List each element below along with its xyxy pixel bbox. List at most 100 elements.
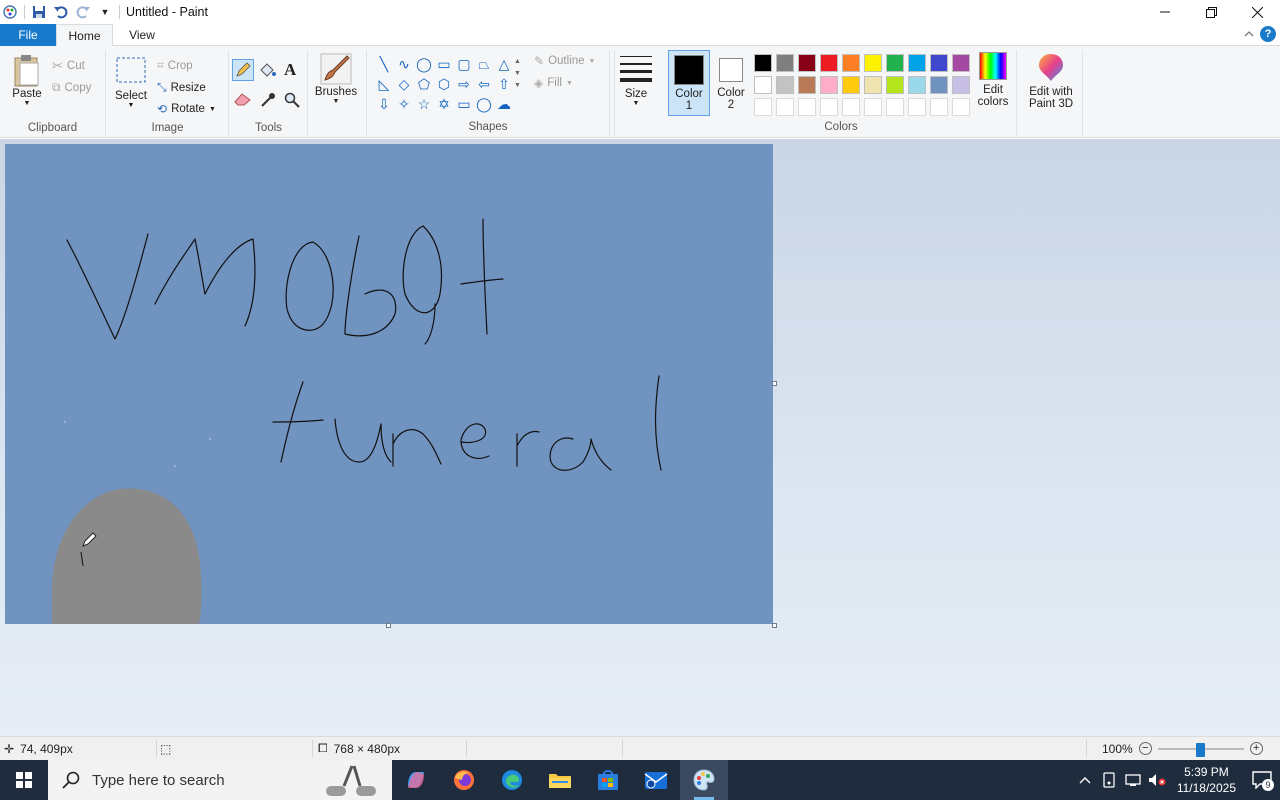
crop-button[interactable]: ⌗ Crop (157, 58, 193, 73)
right-triangle-shape-icon[interactable]: ◺ (374, 74, 394, 94)
palette-swatch[interactable] (754, 54, 772, 72)
down-arrow-shape-icon[interactable]: ⇩ (374, 94, 394, 114)
select-button[interactable]: Select ▼ (113, 56, 149, 109)
palette-swatch[interactable] (842, 54, 860, 72)
redo-icon[interactable] (75, 4, 91, 20)
palette-swatch-empty[interactable] (842, 98, 860, 116)
device-icon[interactable] (1097, 772, 1121, 788)
palette-swatch-empty[interactable] (886, 98, 904, 116)
zoom-out-icon[interactable]: − (1138, 742, 1152, 755)
hexagon-shape-icon[interactable]: ⬡ (434, 74, 454, 94)
palette-swatch[interactable] (930, 76, 948, 94)
paste-button[interactable]: Paste ▼ (6, 54, 48, 107)
left-arrow-shape-icon[interactable]: ⇦ (474, 74, 494, 94)
color1-button[interactable]: Color 1 (668, 50, 710, 116)
five-point-star-shape-icon[interactable]: ☆ (414, 94, 434, 114)
four-point-star-shape-icon[interactable]: ✧ (394, 94, 414, 114)
rotate-dropdown-icon[interactable]: ▼ (209, 106, 216, 113)
palette-swatch[interactable] (908, 76, 926, 94)
taskbar-microsoft-store[interactable] (584, 760, 632, 800)
palette-swatch[interactable] (908, 54, 926, 72)
palette-swatch[interactable] (798, 76, 816, 94)
palette-swatch[interactable] (930, 54, 948, 72)
taskbar-copilot[interactable] (392, 760, 440, 800)
palette-swatch[interactable] (820, 54, 838, 72)
palette-swatch-empty[interactable] (908, 98, 926, 116)
palette-swatch[interactable] (842, 76, 860, 94)
pentagon-shape-icon[interactable]: ⬠ (414, 74, 434, 94)
size-dropdown-icon[interactable]: ▼ (633, 100, 640, 107)
shapes-scroll[interactable]: ▲ ▼ ▼ (514, 56, 521, 92)
triangle-shape-icon[interactable]: △ (494, 54, 514, 74)
text-tool-icon[interactable]: A (284, 60, 296, 80)
eraser-icon[interactable] (234, 92, 252, 109)
line-shape-icon[interactable]: ╲ (374, 54, 394, 74)
volume-muted-icon[interactable] (1145, 773, 1169, 787)
drawing-canvas[interactable] (5, 144, 773, 624)
save-icon[interactable] (31, 4, 47, 20)
edit-with-paint3d-button[interactable]: Edit with Paint 3D (1022, 52, 1080, 110)
taskbar-edge[interactable] (488, 760, 536, 800)
rounded-rectangle-shape-icon[interactable]: ▢ (454, 54, 474, 74)
palette-swatch-empty[interactable] (776, 98, 794, 116)
taskbar-file-explorer[interactable] (536, 760, 584, 800)
undo-icon[interactable] (53, 4, 69, 20)
cut-button[interactable]: ✂ Cut (52, 58, 85, 74)
palette-swatch-empty[interactable] (754, 98, 772, 116)
palette-swatch-empty[interactable] (930, 98, 948, 116)
zoom-slider[interactable] (1157, 742, 1244, 757)
palette-swatch-empty[interactable] (820, 98, 838, 116)
palette-swatch-empty[interactable] (952, 98, 970, 116)
taskbar-firefox[interactable] (440, 760, 488, 800)
tab-file[interactable]: File (0, 24, 56, 46)
zoom-in-icon[interactable]: + (1249, 742, 1263, 755)
tab-home[interactable]: Home (56, 24, 113, 47)
six-point-star-shape-icon[interactable]: ✡ (434, 94, 454, 114)
restore-button[interactable] (1188, 0, 1234, 24)
taskbar-paint[interactable] (680, 760, 728, 800)
oval-callout-shape-icon[interactable]: ◯ (474, 94, 494, 114)
palette-swatch[interactable] (886, 54, 904, 72)
start-button[interactable] (0, 760, 48, 800)
up-arrow-shape-icon[interactable]: ⇧ (494, 74, 514, 94)
color-picker-icon[interactable] (260, 92, 276, 111)
taskbar-outlook[interactable] (632, 760, 680, 800)
fill-dropdown-icon[interactable]: ▼ (566, 80, 573, 87)
customize-quick-access-icon[interactable]: ▼ (97, 4, 113, 20)
paint-app-icon[interactable] (2, 4, 18, 20)
brushes-button[interactable]: Brushes ▼ (312, 52, 360, 105)
cloud-callout-shape-icon[interactable]: ☁ (494, 94, 514, 114)
palette-swatch-empty[interactable] (864, 98, 882, 116)
rectangle-shape-icon[interactable]: ▭ (434, 54, 454, 74)
diamond-shape-icon[interactable]: ◇ (394, 74, 414, 94)
pencil-icon[interactable] (232, 59, 254, 81)
resize-handle-bottom[interactable] (386, 623, 391, 628)
palette-swatch[interactable] (952, 54, 970, 72)
close-button[interactable] (1234, 0, 1280, 24)
brushes-dropdown-icon[interactable]: ▼ (333, 98, 340, 105)
oval-shape-icon[interactable]: ◯ (414, 54, 434, 74)
palette-swatch[interactable] (776, 76, 794, 94)
resize-button[interactable]: ⤡ Resize (157, 80, 206, 95)
zoom-slider-thumb[interactable] (1195, 742, 1205, 757)
palette-swatch[interactable] (820, 76, 838, 94)
help-icon[interactable]: ? (1260, 26, 1276, 42)
palette-swatch[interactable] (798, 54, 816, 72)
resize-handle-corner[interactable] (772, 623, 777, 628)
rectangle-callout-shape-icon[interactable]: ▭ (454, 94, 474, 114)
color2-button[interactable]: Color 2 (712, 50, 750, 116)
paste-dropdown-icon[interactable]: ▼ (24, 100, 31, 107)
fill-button[interactable]: ◈ Fill ▼ (534, 76, 573, 90)
collapse-ribbon-icon[interactable] (1244, 27, 1254, 41)
rotate-button[interactable]: ⟲ Rotate ▼ (157, 102, 216, 116)
magnifier-icon[interactable] (284, 92, 300, 111)
notifications-icon[interactable]: 9 (1244, 771, 1280, 791)
outline-dropdown-icon[interactable]: ▼ (589, 58, 596, 65)
fill-bucket-icon[interactable] (258, 62, 276, 81)
palette-swatch[interactable] (864, 76, 882, 94)
network-icon[interactable] (1121, 773, 1145, 787)
palette-swatch[interactable] (754, 76, 772, 94)
palette-swatch[interactable] (864, 54, 882, 72)
polygon-shape-icon[interactable]: ⏢ (474, 54, 494, 74)
curve-shape-icon[interactable]: ∿ (394, 54, 414, 74)
